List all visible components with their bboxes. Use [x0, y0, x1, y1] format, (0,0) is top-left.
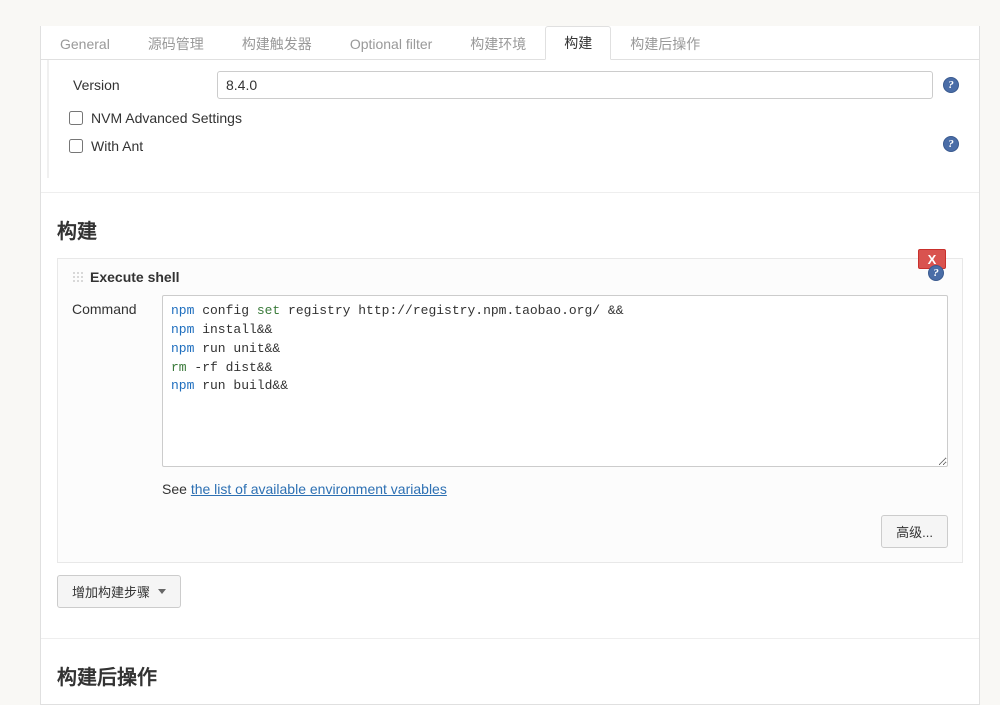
execute-shell-step: X ? Execute shell Command npm config set…: [57, 258, 963, 563]
see-prefix: See: [162, 481, 191, 497]
tab-build-env[interactable]: 构建环境: [451, 26, 545, 60]
step-body: Command npm config set registry http://r…: [72, 295, 948, 467]
tab-post-build[interactable]: 构建后操作: [611, 26, 719, 60]
tab-scm[interactable]: 源码管理: [129, 26, 223, 60]
add-build-step-label: 增加构建步骤: [72, 582, 150, 601]
nvm-advanced-checkbox[interactable]: [69, 111, 83, 125]
version-label: Version: [65, 77, 217, 93]
tab-content: Version ? NVM Advanced Settings With Ant…: [47, 60, 979, 178]
advanced-button[interactable]: 高级...: [881, 515, 948, 548]
page-root: General 源码管理 构建触发器 Optional filter 构建环境 …: [0, 0, 1000, 705]
drag-handle-icon[interactable]: [72, 271, 84, 283]
step-title: Execute shell: [90, 269, 180, 285]
help-icon[interactable]: ?: [943, 77, 959, 93]
tab-general[interactable]: General: [41, 26, 129, 60]
nvm-advanced-row: NVM Advanced Settings: [65, 102, 963, 130]
config-container: General 源码管理 构建触发器 Optional filter 构建环境 …: [40, 26, 980, 705]
tab-optional-filter[interactable]: Optional filter: [331, 26, 451, 60]
add-step-row: 增加构建步骤: [41, 575, 979, 624]
version-row: Version ?: [65, 68, 963, 102]
advanced-row: 高级...: [72, 497, 948, 548]
with-ant-row: With Ant ?: [65, 130, 963, 158]
with-ant-label: With Ant: [91, 138, 143, 154]
post-build-section-heading: 构建后操作: [41, 638, 979, 704]
version-input[interactable]: [217, 71, 933, 99]
command-textarea[interactable]: npm config set registry http://registry.…: [162, 295, 948, 467]
help-icon[interactable]: ?: [928, 265, 944, 281]
with-ant-checkbox[interactable]: [69, 139, 83, 153]
step-header: Execute shell: [72, 269, 948, 295]
env-vars-link[interactable]: the list of available environment variab…: [191, 481, 447, 497]
add-build-step-button[interactable]: 增加构建步骤: [57, 575, 181, 608]
env-vars-hint: See the list of available environment va…: [72, 467, 948, 497]
tab-row: General 源码管理 构建触发器 Optional filter 构建环境 …: [41, 26, 979, 60]
command-label: Command: [72, 295, 162, 467]
nvm-advanced-label: NVM Advanced Settings: [91, 110, 242, 126]
build-section-heading: 构建: [41, 192, 979, 258]
caret-down-icon: [158, 589, 166, 594]
tab-build[interactable]: 构建: [545, 26, 611, 60]
tab-triggers[interactable]: 构建触发器: [223, 26, 331, 60]
help-icon[interactable]: ?: [943, 136, 959, 152]
